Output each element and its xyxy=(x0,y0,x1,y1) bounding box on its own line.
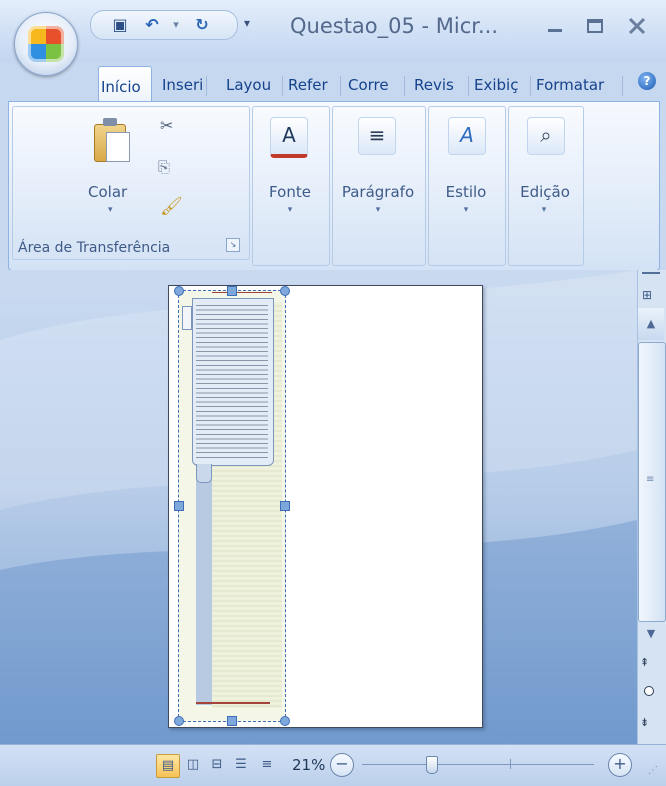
font-dropdown-icon[interactable]: ▾ xyxy=(284,205,296,215)
save-icon[interactable]: ▣ xyxy=(109,15,131,35)
select-browse-object-icon[interactable] xyxy=(644,686,654,696)
previous-page-icon[interactable]: ⇞ xyxy=(640,656,649,669)
tab-layout[interactable]: Layou xyxy=(224,72,276,98)
align-icon[interactable]: ≡ xyxy=(358,117,396,155)
style-dropdown-icon[interactable]: ▾ xyxy=(460,205,472,215)
draft-view-icon[interactable]: ≡ xyxy=(256,754,278,776)
scroll-down-button[interactable]: ▼ xyxy=(638,622,664,646)
resize-handle-top-left[interactable] xyxy=(174,286,184,296)
format-painter-icon[interactable]: 🖌 xyxy=(160,196,183,217)
dialog-launcher-icon[interactable]: ↘ xyxy=(226,238,240,252)
full-screen-reading-view-icon[interactable]: ◫ xyxy=(182,754,204,776)
find-icon[interactable]: ⌕ xyxy=(527,117,565,155)
font-group-label[interactable]: Fonte xyxy=(262,183,318,201)
print-layout-view-icon[interactable]: ▤ xyxy=(156,754,180,778)
tab-inserir[interactable]: Inseri xyxy=(160,72,210,98)
paste-icon[interactable] xyxy=(94,118,130,162)
tab-separator xyxy=(340,76,341,96)
resize-handle-bottom-right[interactable] xyxy=(280,716,290,726)
resize-handle-left[interactable] xyxy=(174,501,184,511)
maximize-icon xyxy=(587,19,603,33)
copy-icon[interactable]: ⎘ xyxy=(158,158,170,176)
zoom-slider-center-mark xyxy=(510,759,511,769)
tab-separator xyxy=(404,76,405,96)
close-icon xyxy=(628,17,646,35)
next-page-icon[interactable]: ⇟ xyxy=(640,716,649,729)
outline-view-icon[interactable]: ☰ xyxy=(230,754,252,776)
resize-handle-top-right[interactable] xyxy=(280,286,290,296)
zoom-out-button[interactable]: − xyxy=(330,753,354,777)
clipboard-group xyxy=(12,106,250,260)
header-rule xyxy=(212,292,272,293)
style-icon[interactable]: A xyxy=(448,117,486,155)
close-button[interactable] xyxy=(622,16,652,42)
tab-referencias[interactable]: Refer xyxy=(286,72,338,98)
tab-separator xyxy=(206,76,207,96)
tab-separator xyxy=(282,76,283,96)
editing-group-label[interactable]: Edição xyxy=(508,183,582,201)
tab-inicio[interactable]: Início xyxy=(98,66,152,101)
paste-dropdown-icon[interactable]: ▾ xyxy=(108,205,113,215)
clipboard-group-label: Área de Transferência xyxy=(18,240,171,256)
ruler-toggle-icon[interactable]: ⊞ xyxy=(642,288,652,302)
office-logo-icon xyxy=(28,26,64,62)
redo-icon[interactable]: ↻ xyxy=(191,15,213,35)
zoom-slider-track[interactable] xyxy=(362,764,594,765)
paragraph-group-label[interactable]: Parágrafo xyxy=(332,183,424,201)
editing-dropdown-icon[interactable]: ▾ xyxy=(538,205,550,215)
style-group-label[interactable]: Estilo xyxy=(430,183,502,201)
font-color-icon[interactable]: A xyxy=(270,117,308,158)
paragraph-dropdown-icon[interactable]: ▾ xyxy=(372,205,384,215)
resize-handle-bottom[interactable] xyxy=(227,716,237,726)
resize-handle-right[interactable] xyxy=(280,501,290,511)
scroll-up-button[interactable]: ▲ xyxy=(638,308,664,340)
zoom-in-button[interactable]: + xyxy=(608,753,632,777)
tab-formatar[interactable]: Formatar xyxy=(534,72,620,98)
text-box-anchor-handle[interactable] xyxy=(182,306,192,330)
resize-grip-icon[interactable]: ⋰ xyxy=(648,765,658,776)
resize-handle-top[interactable] xyxy=(227,286,237,296)
paste-button-label[interactable]: Colar xyxy=(88,183,127,201)
tab-revisao[interactable]: Revis xyxy=(412,72,464,98)
text-box-tail xyxy=(196,464,212,483)
tab-exibicao[interactable]: Exibiç xyxy=(472,72,532,98)
office-button[interactable] xyxy=(14,12,78,76)
quick-access-toolbar: ▣ ↶ ▾ ↻ xyxy=(90,10,238,40)
help-icon[interactable]: ? xyxy=(638,72,656,90)
undo-dropdown-icon[interactable]: ▾ xyxy=(165,15,187,35)
resize-handle-bottom-left[interactable] xyxy=(174,716,184,726)
zoom-slider-thumb[interactable] xyxy=(426,756,438,774)
tab-separator xyxy=(622,76,623,96)
tab-separator xyxy=(468,76,469,96)
tab-separator xyxy=(530,76,531,96)
footer-rule xyxy=(196,702,270,704)
undo-icon[interactable]: ↶ xyxy=(141,15,163,35)
web-layout-view-icon[interactable]: ⊟ xyxy=(206,754,228,776)
minimize-icon xyxy=(548,29,562,32)
split-handle-icon[interactable] xyxy=(642,272,660,284)
text-box-content xyxy=(196,305,268,459)
scroll-grip-icon: ≡ xyxy=(646,474,655,485)
tab-correspondencias[interactable]: Corre xyxy=(346,72,400,98)
window-title: Questao_05 - Micr... xyxy=(290,14,499,38)
maximize-button[interactable] xyxy=(580,16,610,42)
cut-icon[interactable]: ✂ xyxy=(160,116,173,135)
minimize-button[interactable] xyxy=(540,16,570,42)
customize-dropdown-icon[interactable]: ▾ xyxy=(244,16,250,30)
zoom-level[interactable]: 21% xyxy=(292,756,325,774)
